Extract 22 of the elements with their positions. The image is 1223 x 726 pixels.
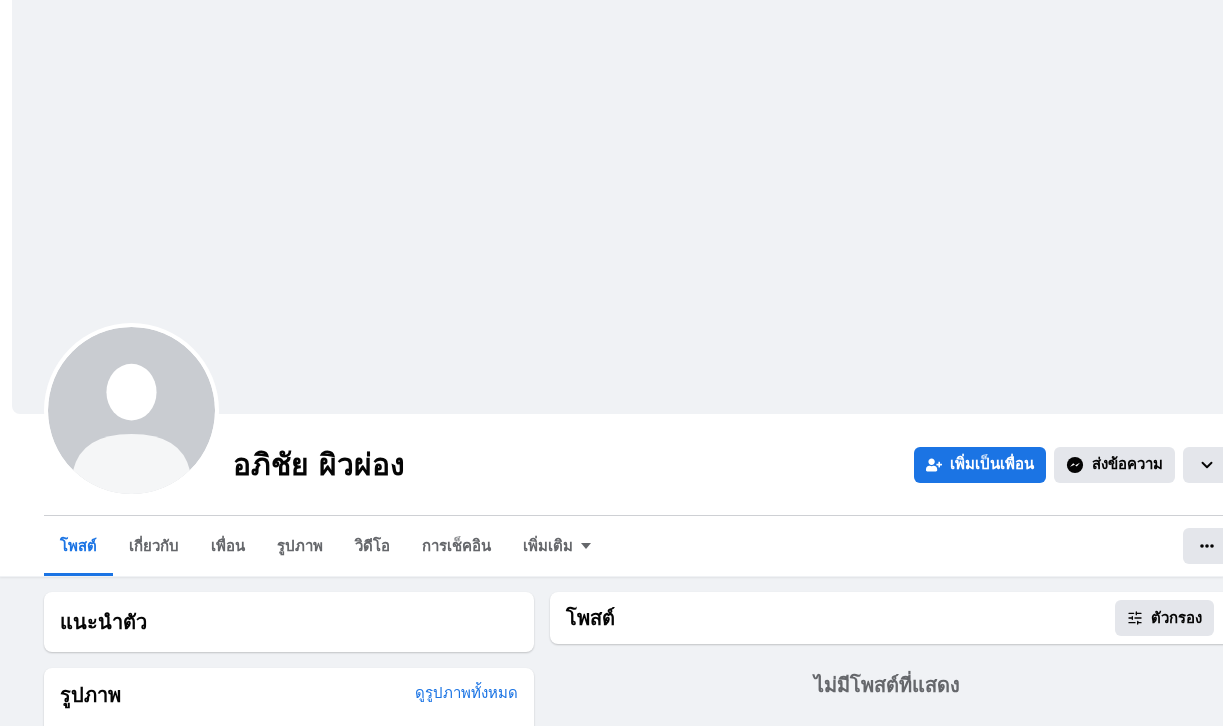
filter-button[interactable]: ตัวกรอง [1115, 600, 1214, 636]
photos-title: รูปภาพ [60, 682, 121, 710]
more-button[interactable] [1183, 528, 1223, 564]
message-button[interactable]: ส่งข้อความ [1054, 446, 1175, 483]
messenger-icon [1066, 455, 1084, 474]
add-friend-button[interactable]: เพิ่มเป็นเพื่อน [914, 446, 1046, 483]
profile-tab[interactable]: โพสต์ [44, 516, 113, 576]
profile-tab[interactable]: เพิ่มเติม [507, 516, 607, 576]
profile-tab[interactable]: เกี่ยวกับ [113, 516, 195, 576]
profile-tab[interactable]: เพื่อน [195, 516, 261, 576]
empty-posts-message: ไม่มีโพสต์ที่แสดง [813, 670, 960, 699]
sliders-icon [1127, 610, 1143, 626]
profile-tab[interactable]: การเช็คอิน [406, 516, 507, 576]
profile-name: อภิชัย ผิวผ่อง [233, 446, 407, 484]
caret-icon [581, 543, 591, 549]
posts-title: โพสต์ [566, 605, 615, 632]
intro-title: แนะนำตัว [60, 609, 147, 636]
profile-tab[interactable]: วิดีโอ [339, 516, 406, 576]
see-all-photos-link[interactable]: ดูรูปภาพทั้งหมด [415, 680, 518, 705]
profile-tab[interactable]: รูปภาพ [261, 516, 339, 576]
add-person-icon [926, 456, 942, 473]
ellipsis-icon [1200, 544, 1214, 548]
